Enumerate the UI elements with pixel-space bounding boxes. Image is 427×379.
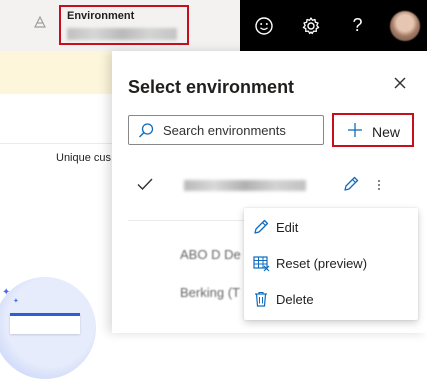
pencil-icon[interactable] [342, 175, 360, 193]
illustration-card [10, 313, 80, 334]
smiley-icon [254, 16, 273, 35]
more-dot [378, 184, 380, 186]
environment-name-partial: ABO D De [180, 247, 241, 262]
close-icon [394, 77, 406, 89]
new-environment-button[interactable]: New [332, 113, 414, 147]
search-icon [139, 123, 154, 138]
avatar [389, 10, 420, 41]
menu-item-edit[interactable]: Edit [244, 209, 418, 245]
more-options-button[interactable] [372, 175, 386, 195]
search-box[interactable] [128, 115, 324, 145]
sparkle-icon: ✦ [13, 298, 19, 305]
environment-label: Environment [67, 10, 135, 22]
feedback-button[interactable] [240, 0, 287, 51]
help-icon: ? [352, 15, 363, 35]
environment-name-partial: Berking (T [180, 285, 240, 300]
environment-icon [34, 15, 46, 28]
more-dot [378, 188, 380, 190]
help-button[interactable]: ? [334, 0, 381, 51]
sparkle-icon: ✦ [2, 287, 11, 298]
column-header: Unique cus [56, 152, 112, 164]
menu-item-delete[interactable]: Delete [244, 281, 418, 317]
checkmark-icon [137, 178, 153, 191]
environment-name-redacted [184, 180, 306, 191]
settings-button[interactable] [287, 0, 334, 51]
environment-row-current[interactable] [128, 171, 413, 199]
plus-icon [348, 123, 362, 137]
environment-context-menu: Edit Reset (preview) Delete [244, 208, 418, 320]
close-button[interactable] [388, 71, 412, 95]
empty-state-illustration [0, 277, 96, 379]
account-button[interactable] [381, 0, 427, 51]
new-button-label: New [372, 124, 401, 140]
environment-picker[interactable]: Environment [59, 5, 189, 45]
pencil-icon [254, 219, 269, 234]
table-reset-icon [253, 256, 270, 272]
header-actions: ? [240, 0, 427, 51]
more-dot [378, 180, 380, 182]
trash-icon [255, 291, 267, 307]
panel-title: Select environment [128, 77, 295, 97]
menu-item-reset[interactable]: Reset (preview) [244, 245, 418, 281]
menu-item-label: Edit [276, 220, 299, 235]
environment-name-redacted [67, 28, 177, 40]
gear-icon [302, 16, 319, 34]
menu-item-label: Delete [276, 292, 314, 307]
search-input[interactable] [163, 121, 318, 139]
menu-item-label: Reset (preview) [276, 256, 368, 271]
